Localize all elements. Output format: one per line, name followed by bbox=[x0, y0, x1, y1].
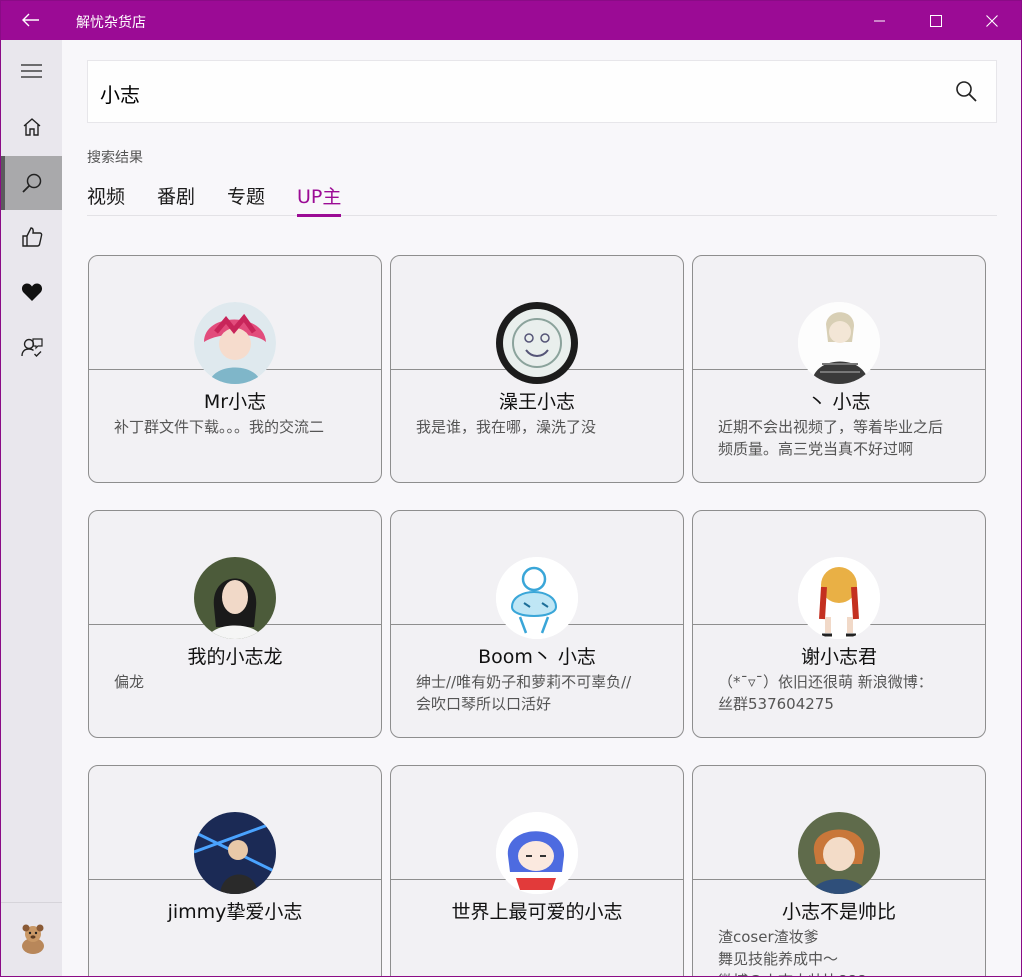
card-name: jimmy挚爱小志 bbox=[167, 901, 303, 923]
user-avatar-icon bbox=[22, 924, 44, 954]
sidebar-item-search[interactable] bbox=[1, 156, 62, 210]
search-icon bbox=[956, 81, 977, 102]
up-user-card[interactable]: 谢小志君 （*¯▿¯）依旧还很萌 新浪微博： 丝群537604275 bbox=[692, 510, 986, 738]
hamburger-menu-button[interactable] bbox=[1, 44, 62, 98]
up-user-card[interactable]: 世界上最可爱的小志 bbox=[390, 765, 684, 976]
tab-topics[interactable]: 专题 bbox=[227, 182, 265, 216]
tab-bangumi[interactable]: 番剧 bbox=[157, 182, 195, 216]
back-button[interactable] bbox=[15, 5, 47, 35]
up-user-card[interactable]: Mr小志 补丁群文件下载。。。我的交流二 bbox=[88, 255, 382, 483]
avatar bbox=[194, 812, 276, 894]
app-window: 解忧杂货店 小志 搜索结果 视频 番剧 专题 UP主 Mr小志 补丁群文件下载。… bbox=[0, 0, 1022, 977]
user-avatar[interactable] bbox=[18, 922, 48, 954]
search-icon bbox=[21, 173, 41, 193]
avatar bbox=[496, 557, 578, 639]
back-arrow-icon bbox=[22, 13, 39, 27]
search-button[interactable] bbox=[954, 79, 980, 105]
sidebar-item-recommend[interactable] bbox=[1, 210, 62, 264]
up-user-card[interactable]: Boom丶 小志 绅士//唯有奶子和萝莉不可辜负// 会吹口琴所以口活好 bbox=[390, 510, 684, 738]
sidebar-item-favorites[interactable] bbox=[1, 265, 62, 319]
maximize-button[interactable] bbox=[913, 1, 959, 40]
card-description: 渣coser渣妆爹 舞见技能养成中～ 微博@小志大帅比888 bbox=[718, 928, 867, 976]
card-description: 绅士//唯有奶子和萝莉不可辜负// 会吹口琴所以口活好 bbox=[416, 673, 632, 713]
result-tabs: 视频 番剧 专题 UP主 bbox=[87, 182, 997, 217]
minimize-button[interactable] bbox=[857, 1, 903, 40]
title-bar: 解忧杂货店 bbox=[1, 1, 1021, 40]
avatar bbox=[496, 812, 578, 894]
sidebar-divider bbox=[1, 902, 62, 903]
avatar bbox=[798, 812, 880, 894]
card-description: 我是谁，我在哪，澡洗了没 bbox=[416, 418, 597, 436]
card-description: 补丁群文件下载。。。我的交流二 bbox=[114, 418, 325, 436]
up-user-card[interactable]: 澡王小志 我是谁，我在哪，澡洗了没 bbox=[390, 255, 684, 483]
heart-icon bbox=[21, 283, 42, 301]
card-name: 世界上最可爱的小志 bbox=[451, 901, 623, 923]
avatar bbox=[798, 302, 880, 384]
card-description: 偏龙 bbox=[114, 673, 145, 691]
sidebar-item-feedback[interactable] bbox=[1, 320, 62, 374]
hamburger-menu-icon bbox=[20, 64, 42, 78]
card-name: 小志不是帅比 bbox=[781, 901, 896, 923]
maximize-icon bbox=[930, 14, 942, 27]
search-input[interactable]: 小志 bbox=[100, 79, 140, 108]
card-name: 澡王小志 bbox=[498, 391, 575, 413]
up-user-card[interactable]: 小志不是帅比 渣coser渣妆爹 舞见技能养成中～ 微博@小志大帅比888 bbox=[692, 765, 986, 976]
avatar bbox=[496, 302, 578, 384]
up-user-card[interactable]: 丶 小志 近期不会出视频了，等着毕业之后 频质量。高三党当真不好过啊 bbox=[692, 255, 986, 483]
card-name: Mr小志 bbox=[203, 391, 267, 413]
user-feedback-icon bbox=[20, 338, 43, 357]
card-description: （*¯▿¯）依旧还很萌 新浪微博： 丝群537604275 bbox=[718, 673, 933, 713]
sidebar-item-home[interactable] bbox=[1, 100, 62, 154]
card-name: 谢小志君 bbox=[800, 646, 877, 668]
thumbs-up-icon bbox=[21, 227, 42, 247]
card-name: Boom丶 小志 bbox=[478, 646, 596, 668]
results-label: 搜索结果 bbox=[87, 150, 143, 166]
card-name: 丶 小志 bbox=[807, 391, 871, 413]
avatar bbox=[194, 557, 276, 639]
avatar bbox=[798, 557, 880, 639]
card-name: 我的小志龙 bbox=[187, 646, 283, 668]
close-button[interactable] bbox=[969, 1, 1015, 40]
tab-videos[interactable]: 视频 bbox=[87, 182, 125, 216]
window-title: 解忧杂货店 bbox=[76, 15, 146, 31]
close-icon bbox=[986, 14, 998, 27]
sidebar bbox=[1, 40, 62, 976]
card-description: 近期不会出视频了，等着毕业之后 频质量。高三党当真不好过啊 bbox=[718, 418, 944, 458]
home-icon bbox=[23, 118, 40, 136]
tab-up-users[interactable]: UP主 bbox=[297, 182, 342, 217]
up-user-card[interactable]: jimmy挚爱小志 bbox=[88, 765, 382, 976]
up-user-card[interactable]: 我的小志龙 偏龙 bbox=[88, 510, 382, 738]
main-content: 小志 搜索结果 视频 番剧 专题 UP主 Mr小志 补丁群文件下载。。。我的交流… bbox=[62, 40, 1021, 976]
search-box[interactable]: 小志 bbox=[87, 60, 997, 123]
minimize-icon bbox=[874, 20, 885, 21]
avatar bbox=[194, 302, 276, 384]
